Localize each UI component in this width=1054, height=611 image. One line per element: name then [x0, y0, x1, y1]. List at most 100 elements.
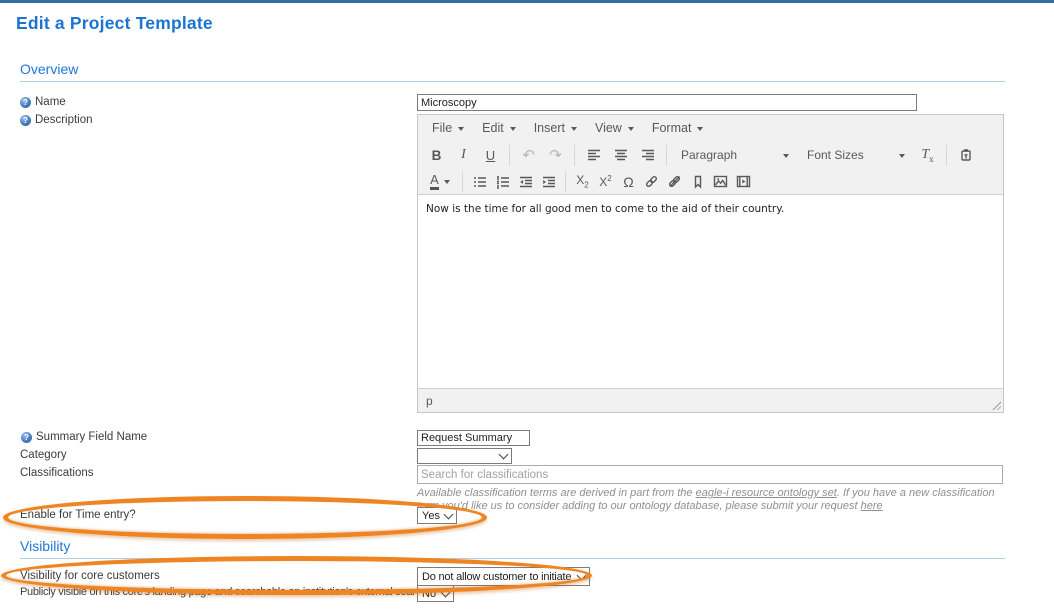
insert-image-button[interactable] [709, 170, 732, 194]
bookmark-icon [691, 175, 705, 189]
time-entry-select-value: Yes [422, 510, 440, 522]
outdent-button[interactable] [514, 170, 537, 194]
description-editor: File Edit Insert View Format B I U ↶ ↷ P… [417, 114, 1004, 413]
toolbar-separator [574, 145, 575, 166]
caret-down-icon [783, 154, 789, 158]
summary-field-name-input[interactable] [417, 430, 530, 446]
underline-icon: U [486, 148, 495, 163]
resize-grip[interactable] [991, 400, 1001, 410]
superscript-icon: X2 [599, 174, 611, 189]
category-label: Category [20, 449, 67, 461]
chevron-down-icon [577, 570, 587, 580]
editor-menubar: File Edit Insert View Format [418, 115, 1003, 141]
section-title-overview: Overview [20, 61, 78, 77]
underline-button[interactable]: U [477, 143, 504, 167]
time-entry-select[interactable]: Yes [417, 507, 457, 524]
undo-button[interactable]: ↶ [515, 143, 542, 167]
align-right-icon [641, 148, 655, 162]
align-left-icon [587, 148, 601, 162]
menu-edit[interactable]: Edit [473, 117, 525, 139]
indent-button[interactable] [537, 170, 560, 194]
omega-icon: Ω [623, 174, 633, 190]
italic-button[interactable]: I [450, 143, 477, 167]
image-icon [713, 174, 728, 189]
indent-icon [542, 175, 556, 189]
element-path[interactable]: p [426, 394, 433, 408]
text-color-icon: A [430, 173, 439, 190]
editor-statusbar: p [418, 389, 1003, 412]
caret-down-icon [628, 127, 634, 131]
classifications-label: Classifications [20, 467, 94, 479]
menu-insert[interactable]: Insert [525, 117, 586, 139]
link-icon [644, 174, 659, 189]
category-select[interactable] [417, 448, 512, 464]
align-left-button[interactable] [580, 143, 607, 167]
font-sizes-dropdown[interactable]: Font Sizes [798, 143, 914, 167]
editor-paragraph: Now is the time for all good men to come… [426, 203, 995, 215]
visibility-divider [20, 558, 1005, 559]
section-title-visibility: Visibility [20, 538, 70, 554]
redo-icon: ↷ [549, 146, 562, 164]
align-center-button[interactable] [607, 143, 634, 167]
redo-button[interactable]: ↷ [542, 143, 569, 167]
caret-down-icon [571, 127, 577, 131]
submit-request-here-link[interactable]: here [861, 500, 883, 512]
menu-view[interactable]: View [586, 117, 643, 139]
insert-media-button[interactable] [732, 170, 755, 194]
editor-toolbar-row1: B I U ↶ ↷ Paragraph Font Sizes Tx [418, 141, 1003, 169]
help-icon[interactable]: ? [21, 432, 32, 443]
name-label: Name [35, 96, 66, 108]
core-visibility-select-value: Do not allow customer to initiate [422, 571, 571, 583]
toolbar-separator [946, 145, 947, 166]
caret-down-icon [444, 180, 450, 184]
help-icon[interactable]: ? [20, 97, 31, 108]
page-title: Edit a Project Template [16, 13, 213, 34]
core-visibility-select[interactable]: Do not allow customer to initiate [417, 567, 590, 586]
bold-button[interactable]: B [423, 143, 450, 167]
overview-divider [20, 81, 1005, 82]
text-color-button[interactable]: A [423, 170, 457, 194]
undo-icon: ↶ [522, 146, 535, 164]
toolbar-separator [565, 171, 566, 192]
menu-file[interactable]: File [423, 117, 473, 139]
unlink-icon [667, 174, 682, 189]
chevron-down-icon [444, 509, 454, 519]
clear-formatting-icon: Tx [921, 147, 933, 164]
numbered-list-button[interactable] [491, 170, 514, 194]
help-icon[interactable]: ? [20, 115, 31, 126]
name-input[interactable] [417, 94, 917, 111]
editor-toolbar-row2: A X2 X2 Ω [418, 169, 1003, 194]
toolbar-separator [666, 145, 667, 166]
public-visibility-label: Publicly visible on this core's landing … [20, 586, 414, 598]
classification-help-text: Available classification terms are deriv… [417, 487, 1004, 512]
caret-down-icon [697, 127, 703, 131]
description-label: Description [35, 114, 93, 126]
subscript-button[interactable]: X2 [571, 170, 594, 194]
chevron-down-icon [441, 587, 451, 597]
special-character-button[interactable]: Ω [617, 170, 640, 194]
paste-text-button[interactable] [952, 143, 979, 167]
bullet-list-button[interactable] [468, 170, 491, 194]
editor-content[interactable]: Now is the time for all good men to come… [418, 194, 1003, 389]
remove-link-button[interactable] [663, 170, 686, 194]
media-icon [736, 174, 751, 189]
toolbar-separator [509, 145, 510, 166]
time-entry-label: Enable for Time entry? [20, 509, 136, 521]
menu-format[interactable]: Format [643, 117, 713, 139]
eagle-i-ontology-link[interactable]: eagle-i resource ontology set [696, 487, 837, 499]
caret-down-icon [899, 154, 905, 158]
caret-down-icon [458, 127, 464, 131]
bold-icon: B [432, 148, 442, 163]
public-visibility-select[interactable]: No [417, 585, 454, 602]
clear-formatting-button[interactable]: Tx [914, 143, 941, 167]
top-accent-bar [0, 0, 1054, 3]
align-right-button[interactable] [634, 143, 661, 167]
chevron-down-icon [499, 450, 509, 460]
insert-link-button[interactable] [640, 170, 663, 194]
outdent-icon [519, 175, 533, 189]
superscript-button[interactable]: X2 [594, 170, 617, 194]
align-center-icon [614, 148, 628, 162]
anchor-button[interactable] [686, 170, 709, 194]
paragraph-format-dropdown[interactable]: Paragraph [672, 143, 798, 167]
classifications-input[interactable] [417, 465, 1003, 484]
